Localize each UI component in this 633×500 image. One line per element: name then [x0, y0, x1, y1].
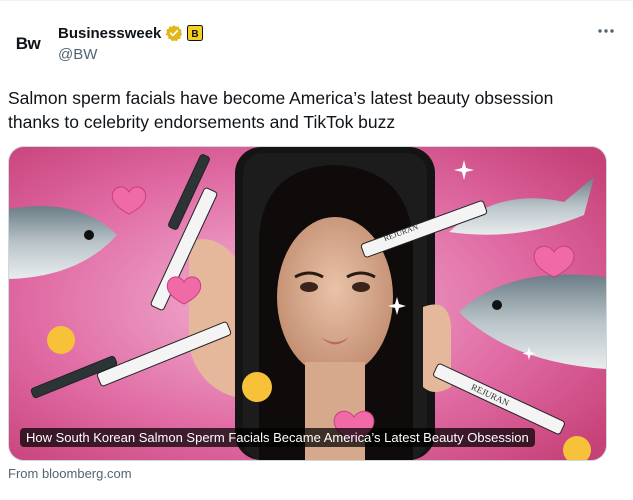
avatar[interactable]: Bw [8, 24, 48, 64]
more-horizontal-icon [598, 29, 614, 33]
verified-badge-icon [165, 24, 183, 42]
card-headline[interactable]: How South Korean Salmon Sperm Facials Be… [20, 428, 535, 447]
top-divider [0, 0, 633, 1]
card-image: REJURAN REJURAN [9, 147, 606, 460]
avatar-logo-text: Bw [15, 34, 41, 53]
affiliate-badge-text: B [192, 29, 199, 40]
display-name[interactable]: Businessweek [58, 25, 161, 42]
more-options-button[interactable] [595, 20, 617, 42]
handle[interactable]: @BW [58, 46, 97, 63]
link-card[interactable]: REJURAN REJURAN [8, 146, 607, 461]
card-source[interactable]: From bloomberg.com [8, 466, 132, 481]
affiliate-badge-icon[interactable]: B [187, 25, 204, 41]
author-name-row: Businessweek B [58, 24, 204, 42]
tweet-text: Salmon sperm facials have become America… [8, 88, 554, 132]
